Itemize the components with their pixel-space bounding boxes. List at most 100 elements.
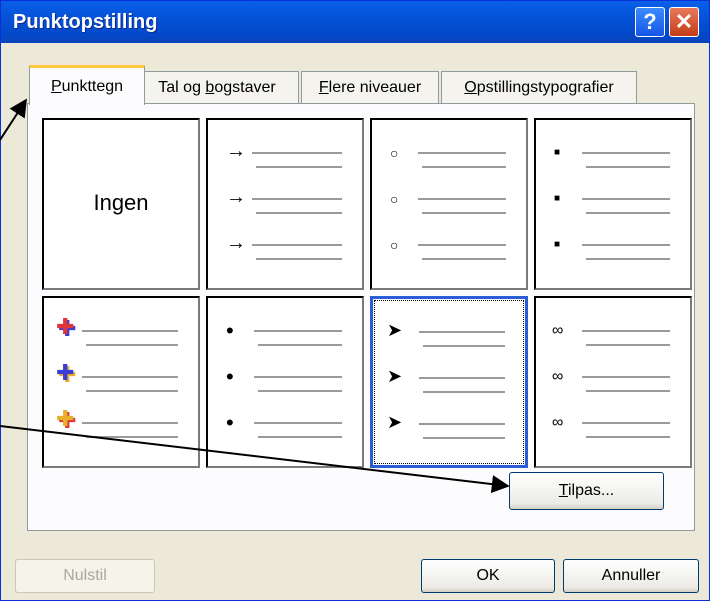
preview-line — [423, 391, 505, 393]
customize-button[interactable]: Tilpas... — [509, 472, 664, 510]
preview-line — [422, 212, 506, 214]
bullet-option[interactable]: ■ ■ ■ — [534, 118, 692, 290]
tab-label: Punkttegn — [50, 77, 124, 95]
close-button[interactable]: ✕ — [669, 7, 699, 37]
ok-button-label: OK — [476, 567, 500, 584]
infinity-bullet-icon: ∞ — [552, 368, 564, 385]
dot-bullet-icon: • — [226, 410, 234, 435]
dialog-title: Punktopstilling — [13, 11, 158, 33]
preview-line — [256, 212, 342, 214]
square-bullet-icon: ■ — [554, 239, 561, 250]
preview-line — [418, 152, 506, 154]
bullet-preview-row: → — [208, 186, 362, 228]
bullet-preview-row: ➤ — [373, 367, 525, 407]
cancel-button[interactable]: Annuller — [563, 559, 699, 593]
square-bullet-icon: ■ — [554, 193, 561, 204]
reset-button-label: Nulstil — [63, 567, 107, 584]
none-label: Ingen — [93, 190, 149, 215]
preview-line — [586, 258, 670, 260]
bullet-preview-row: ➤ — [373, 413, 525, 453]
bullet-preview-row: • — [208, 366, 362, 406]
preview-line — [586, 344, 670, 346]
help-icon: ? — [643, 9, 657, 34]
bullet-preview-row: ∞ — [536, 366, 690, 406]
preview-line — [82, 376, 178, 378]
ok-button[interactable]: OK — [421, 559, 555, 593]
dot-bullet-icon: • — [226, 318, 234, 343]
bullet-option[interactable]: ✚ ✚ ✚ — [42, 296, 200, 468]
bullet-preview-row: ∞ — [536, 320, 690, 360]
arrow-bullet-icon: → — [226, 232, 246, 254]
bullet-preview-row: ■ — [536, 234, 690, 274]
bullet-preview-row: ■ — [536, 142, 690, 182]
tab-label: Tal og bogstaver — [158, 78, 276, 96]
arrowhead-bullet-icon: ➤ — [387, 366, 403, 386]
colored-cross-bullet-icon: ✚ — [56, 360, 75, 385]
tab-opstillingstypografier[interactable]: Opstillingstypografier — [441, 71, 637, 103]
cancel-button-label: Annuller — [601, 567, 661, 584]
bullets-tab-panel: Ingen → → → ○ ○ ○ ■ ■ ■ ✚ ✚ ✚ • • • ➤ ➤ ➤ ∞ ∞ ∞ — [27, 103, 695, 531]
preview-line — [418, 244, 506, 246]
preview-line — [258, 436, 342, 438]
colored-cross-bullet-icon: ✚ — [56, 314, 75, 339]
arrowhead-bullet-icon: ➤ — [387, 320, 403, 340]
preview-line — [252, 198, 342, 200]
preview-line — [252, 152, 342, 154]
preview-line — [82, 330, 178, 332]
tab-label: Flere niveauer — [318, 78, 422, 96]
preview-line — [256, 166, 342, 168]
hollow-circle-bullet-icon: ○ — [390, 145, 399, 161]
bullet-preview-row: → — [208, 140, 362, 182]
arrow-bullet-icon: → — [226, 186, 246, 208]
dot-bullet-icon: • — [226, 364, 234, 389]
help-button[interactable]: ? — [635, 7, 665, 37]
close-icon: ✕ — [674, 9, 694, 34]
bullet-option[interactable]: → → → — [206, 118, 364, 290]
preview-line — [582, 198, 670, 200]
preview-line — [254, 422, 342, 424]
preview-line — [254, 330, 342, 332]
bullet-option-none[interactable]: Ingen — [42, 118, 200, 290]
preview-line — [86, 390, 178, 392]
preview-line — [423, 437, 505, 439]
preview-line — [258, 344, 342, 346]
preview-line — [86, 344, 178, 346]
preview-line — [582, 244, 670, 246]
preview-line — [258, 390, 342, 392]
bullet-preview-row: ○ — [372, 142, 526, 182]
arrow-bullet-icon: → — [226, 140, 246, 162]
bullet-option[interactable]: ➤ ➤ ➤ — [370, 296, 528, 468]
bullet-option[interactable]: ○ ○ ○ — [370, 118, 528, 290]
hollow-circle-bullet-icon: ○ — [390, 191, 399, 207]
title-bar[interactable]: Punktopstilling ? ✕ — [1, 1, 709, 43]
tab-tal-og-bogstaver[interactable]: Tal og bogstaver — [135, 71, 299, 103]
reset-button[interactable]: Nulstil — [15, 559, 155, 593]
bullet-option[interactable]: • • • — [206, 296, 364, 468]
bullet-preview-row: ✚ — [44, 408, 198, 452]
bullet-preview-row: ✚ — [44, 314, 198, 360]
bullet-preview-row: ■ — [536, 188, 690, 228]
bullet-preview-row: ➤ — [373, 321, 525, 361]
preview-line — [86, 436, 178, 438]
bullet-preview-row: ✚ — [44, 360, 198, 406]
bullets-dialog: Punktopstilling ? ✕ Punkttegn Tal og bogs… — [0, 0, 710, 601]
square-bullet-icon: ■ — [554, 147, 561, 158]
preview-line — [256, 258, 342, 260]
preview-line — [582, 376, 670, 378]
preview-line — [252, 244, 342, 246]
tab-punkttegn[interactable]: Punkttegn — [29, 65, 145, 105]
preview-line — [586, 436, 670, 438]
preview-line — [582, 330, 670, 332]
bullet-preview-row: → — [208, 232, 362, 274]
preview-line — [422, 258, 506, 260]
hollow-circle-bullet-icon: ○ — [390, 237, 399, 253]
preview-line — [423, 345, 505, 347]
customize-button-label: Tilpas... — [558, 482, 615, 499]
infinity-bullet-icon: ∞ — [552, 414, 564, 431]
arrowhead-bullet-icon: ➤ — [387, 412, 403, 432]
preview-line — [586, 390, 670, 392]
tab-label: Opstillingstypografier — [464, 78, 614, 96]
tab-flere-niveauer[interactable]: Flere niveauer — [301, 71, 439, 103]
bullet-preview-row: • — [208, 412, 362, 452]
bullet-option[interactable]: ∞ ∞ ∞ — [534, 296, 692, 468]
